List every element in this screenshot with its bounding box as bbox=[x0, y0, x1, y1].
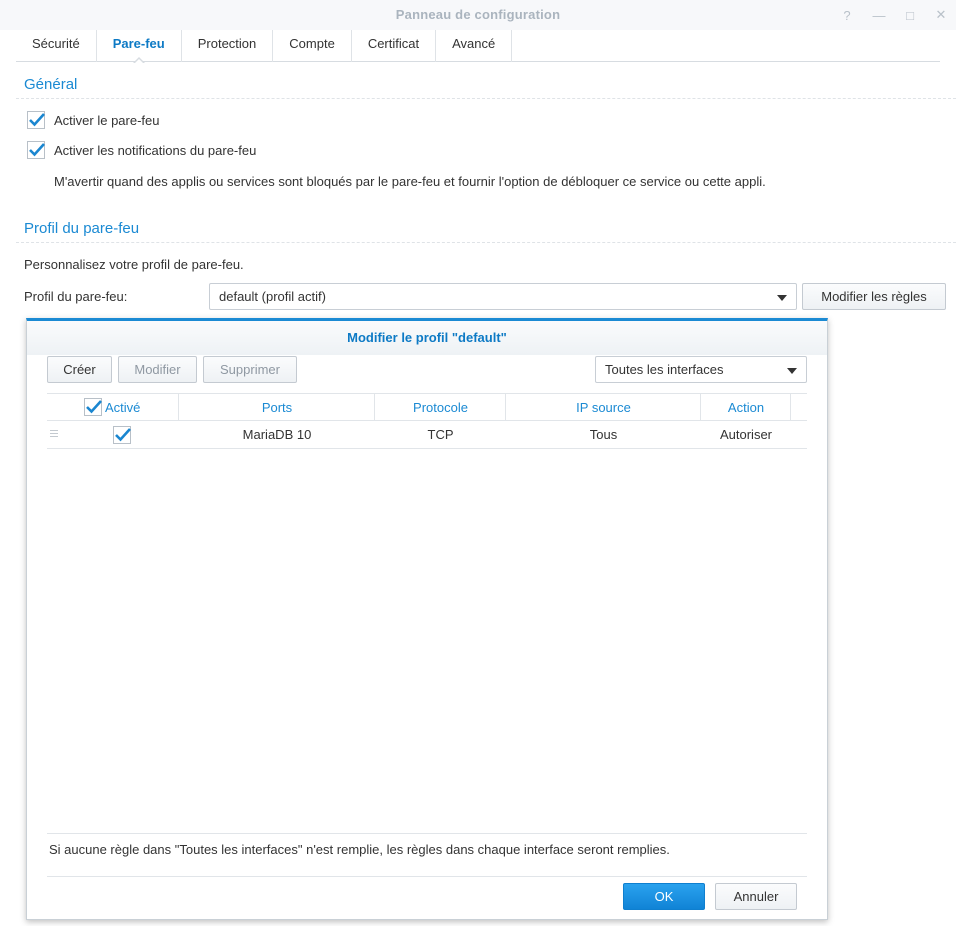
rule-action: Autoriser bbox=[719, 427, 773, 442]
edit-profile-dialog: Modifier le profil "default" Créer Modif… bbox=[26, 318, 828, 920]
drag-handle-icon[interactable] bbox=[50, 430, 58, 437]
enable-notifications-label: Activer les notifications du pare-feu bbox=[54, 143, 257, 158]
close-icon[interactable]: ✕ bbox=[932, 6, 950, 24]
column-header-action[interactable]: Action bbox=[701, 394, 791, 421]
select-all-checkbox[interactable] bbox=[84, 398, 102, 416]
interface-select-value: Toutes les interfaces bbox=[605, 362, 724, 377]
profile-field-label: Profil du pare-feu: bbox=[24, 289, 128, 304]
checkmark-icon bbox=[27, 141, 45, 159]
notification-description: M'avertir quand des applis ou services s… bbox=[54, 174, 766, 189]
create-button[interactable]: Créer bbox=[47, 356, 112, 383]
maximize-icon[interactable]: □ bbox=[901, 6, 919, 24]
divider bbox=[16, 242, 956, 243]
delete-button[interactable]: Supprimer bbox=[203, 356, 297, 383]
chevron-down-icon bbox=[777, 295, 787, 301]
profile-select-value: default (profil actif) bbox=[219, 289, 326, 304]
column-header-active[interactable]: Activé bbox=[105, 394, 157, 421]
profile-description: Personnalisez votre profil de pare-feu. bbox=[24, 257, 244, 272]
tab-bar: Sécurité Pare-feu Protection Compte Cert… bbox=[16, 30, 940, 64]
column-header-ports[interactable]: Ports bbox=[179, 394, 375, 421]
table-row[interactable]: MariaDB 10 TCP Tous Autoriser bbox=[47, 421, 807, 449]
ok-button[interactable]: OK bbox=[623, 883, 705, 910]
rule-source-ip: Tous bbox=[589, 427, 618, 442]
chevron-down-icon bbox=[787, 368, 797, 374]
column-header-source-ip[interactable]: IP source bbox=[506, 394, 701, 421]
section-title-profile: Profil du pare-feu bbox=[24, 220, 140, 237]
section-title-general: Général bbox=[24, 76, 78, 93]
minimize-icon[interactable]: — bbox=[870, 6, 888, 24]
tab-compte[interactable]: Compte bbox=[273, 30, 352, 62]
window-titlebar: Panneau de configuration ? — □ ✕ bbox=[0, 0, 956, 30]
rules-table-header: Activé Ports Protocole IP source Action bbox=[47, 393, 807, 421]
tab-securite[interactable]: Sécurité bbox=[16, 30, 97, 62]
dialog-title: Modifier le profil "default" bbox=[27, 321, 827, 355]
column-separator bbox=[790, 394, 791, 421]
enable-notifications-checkbox[interactable] bbox=[27, 141, 45, 159]
interface-select[interactable]: Toutes les interfaces bbox=[595, 356, 807, 383]
tab-certificat[interactable]: Certificat bbox=[352, 30, 437, 62]
modify-rules-button[interactable]: Modifier les règles bbox=[802, 283, 946, 310]
cancel-button[interactable]: Annuler bbox=[715, 883, 797, 910]
checkmark-icon bbox=[84, 398, 102, 416]
rule-ports: MariaDB 10 bbox=[242, 427, 312, 442]
window-title: Panneau de configuration bbox=[395, 7, 561, 22]
rule-active-checkbox[interactable] bbox=[113, 426, 131, 444]
column-header-protocol[interactable]: Protocole bbox=[375, 394, 506, 421]
tab-pare-feu[interactable]: Pare-feu bbox=[97, 30, 182, 64]
dialog-note: Si aucune règle dans "Toutes les interfa… bbox=[47, 833, 807, 877]
enable-firewall-label: Activer le pare-feu bbox=[54, 113, 160, 128]
checkmark-icon bbox=[27, 111, 45, 129]
profile-select[interactable]: default (profil actif) bbox=[209, 283, 797, 310]
edit-button[interactable]: Modifier bbox=[118, 356, 197, 383]
rule-protocol: TCP bbox=[427, 427, 454, 442]
checkmark-icon bbox=[113, 426, 131, 444]
tab-avance[interactable]: Avancé bbox=[436, 30, 513, 62]
tab-protection[interactable]: Protection bbox=[182, 30, 274, 62]
help-icon[interactable]: ? bbox=[838, 6, 856, 24]
enable-firewall-checkbox[interactable] bbox=[27, 111, 45, 129]
divider bbox=[16, 98, 956, 99]
